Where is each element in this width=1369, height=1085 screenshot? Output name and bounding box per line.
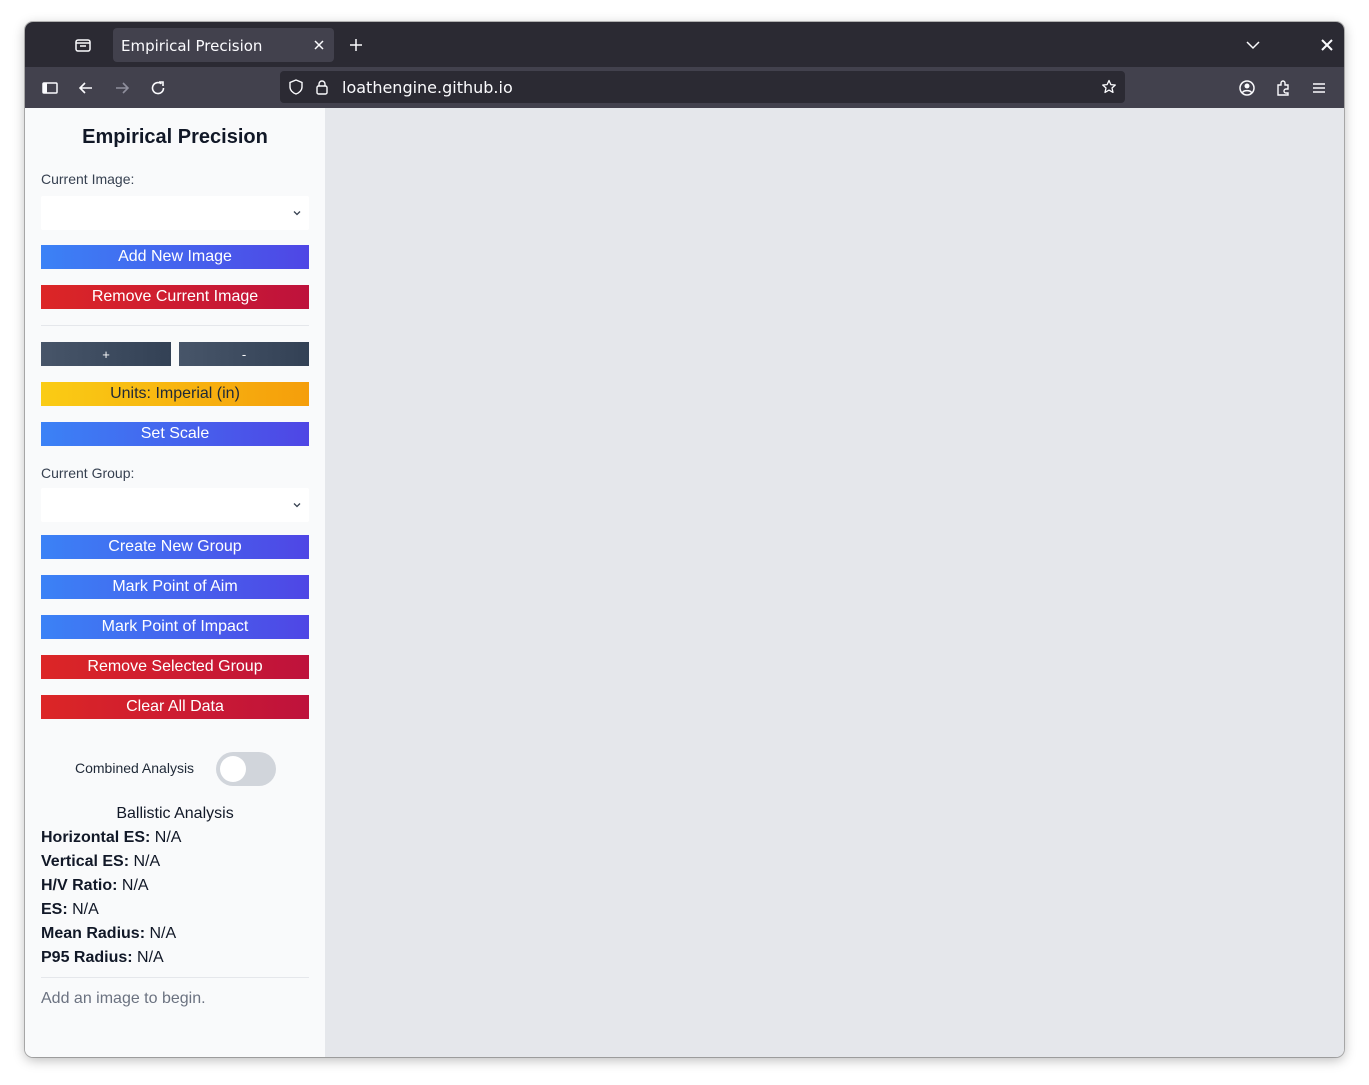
current-image-label: Current Image: xyxy=(41,171,135,187)
remove-group-button[interactable]: Remove Selected Group xyxy=(41,655,309,679)
divider xyxy=(41,977,309,978)
combined-analysis-label: Combined Analysis xyxy=(75,760,195,776)
units-button[interactable]: Units: Imperial (in) xyxy=(41,382,309,406)
tab-strip: Empirical Precision xyxy=(25,22,1344,67)
tab-title: Empirical Precision xyxy=(121,37,263,55)
close-icon[interactable] xyxy=(310,36,328,54)
firefox-view-icon[interactable] xyxy=(71,33,95,57)
stat-label: P95 Radius: xyxy=(41,949,133,966)
image-canvas-area[interactable] xyxy=(325,108,1344,1057)
toggle-knob xyxy=(220,756,246,782)
remove-image-button[interactable]: Remove Current Image xyxy=(41,285,309,309)
stat-label: Vertical ES: xyxy=(41,853,130,870)
app-title: Empirical Precision xyxy=(82,126,268,148)
stat-horizontal-es: Horizontal ES: N/A xyxy=(41,829,181,847)
stat-label: ES: xyxy=(41,901,68,918)
zoom-out-button[interactable]: - xyxy=(179,342,309,366)
mark-impact-button[interactable]: Mark Point of Impact xyxy=(41,615,309,639)
combined-analysis-toggle[interactable] xyxy=(216,752,276,786)
shield-icon[interactable] xyxy=(287,78,305,96)
stat-hv-ratio: H/V Ratio: N/A xyxy=(41,877,149,895)
menu-icon[interactable] xyxy=(1306,75,1332,101)
stat-label: H/V Ratio: xyxy=(41,877,118,894)
reload-icon[interactable] xyxy=(145,75,171,101)
sidebar-toggle-icon[interactable] xyxy=(37,75,63,101)
clear-all-button[interactable]: Clear All Data xyxy=(41,695,309,719)
status-hint: Add an image to begin. xyxy=(41,990,206,1007)
analysis-title: Ballistic Analysis xyxy=(116,805,234,822)
stat-vertical-es: Vertical ES: N/A xyxy=(41,853,160,871)
stat-mean-radius: Mean Radius: N/A xyxy=(41,925,176,943)
lock-icon[interactable] xyxy=(313,78,331,96)
stat-value: N/A xyxy=(137,949,164,966)
url-text: loathengine.github.io xyxy=(342,78,513,97)
tab-empirical-precision[interactable]: Empirical Precision xyxy=(113,28,334,62)
stat-es: ES: N/A xyxy=(41,901,99,919)
control-sidebar: Empirical Precision Current Image: Add N… xyxy=(25,108,325,1057)
stat-value: N/A xyxy=(154,829,182,846)
url-bar[interactable]: loathengine.github.io xyxy=(280,71,1125,103)
stat-p95-radius: P95 Radius: N/A xyxy=(41,949,164,967)
navigation-bar: loathengine.github.io xyxy=(25,67,1344,108)
plus-icon[interactable] xyxy=(345,34,367,56)
stat-label: Mean Radius: xyxy=(41,925,146,942)
add-image-button[interactable]: Add New Image xyxy=(41,245,309,269)
set-scale-button[interactable]: Set Scale xyxy=(41,422,309,446)
page-content: Empirical Precision Current Image: Add N… xyxy=(25,108,1344,1057)
zoom-in-button[interactable]: + xyxy=(41,342,171,366)
current-image-select[interactable] xyxy=(41,196,309,230)
divider xyxy=(41,325,309,326)
current-group-label: Current Group: xyxy=(41,465,135,481)
back-arrow-icon[interactable] xyxy=(73,75,99,101)
combined-analysis-row: Combined Analysis xyxy=(25,752,325,786)
extensions-icon[interactable] xyxy=(1270,75,1296,101)
chevron-down-icon[interactable] xyxy=(1242,34,1264,56)
stat-label: Horizontal ES: xyxy=(41,829,151,846)
mark-aim-button[interactable]: Mark Point of Aim xyxy=(41,575,309,599)
bookmark-star-icon[interactable] xyxy=(1100,78,1118,96)
forward-arrow-icon[interactable] xyxy=(109,75,135,101)
chevron-down-icon xyxy=(293,211,301,216)
stat-value: N/A xyxy=(72,901,99,918)
window-close-icon[interactable] xyxy=(1316,34,1338,56)
stat-value: N/A xyxy=(149,925,177,942)
account-icon[interactable] xyxy=(1234,75,1260,101)
create-group-button[interactable]: Create New Group xyxy=(41,535,309,559)
stat-value: N/A xyxy=(121,877,149,894)
browser-window: Empirical Precision loathengine.github.i… xyxy=(25,22,1344,1057)
stat-value: N/A xyxy=(133,853,161,870)
chevron-down-icon xyxy=(293,503,301,508)
current-group-select[interactable] xyxy=(41,488,309,522)
